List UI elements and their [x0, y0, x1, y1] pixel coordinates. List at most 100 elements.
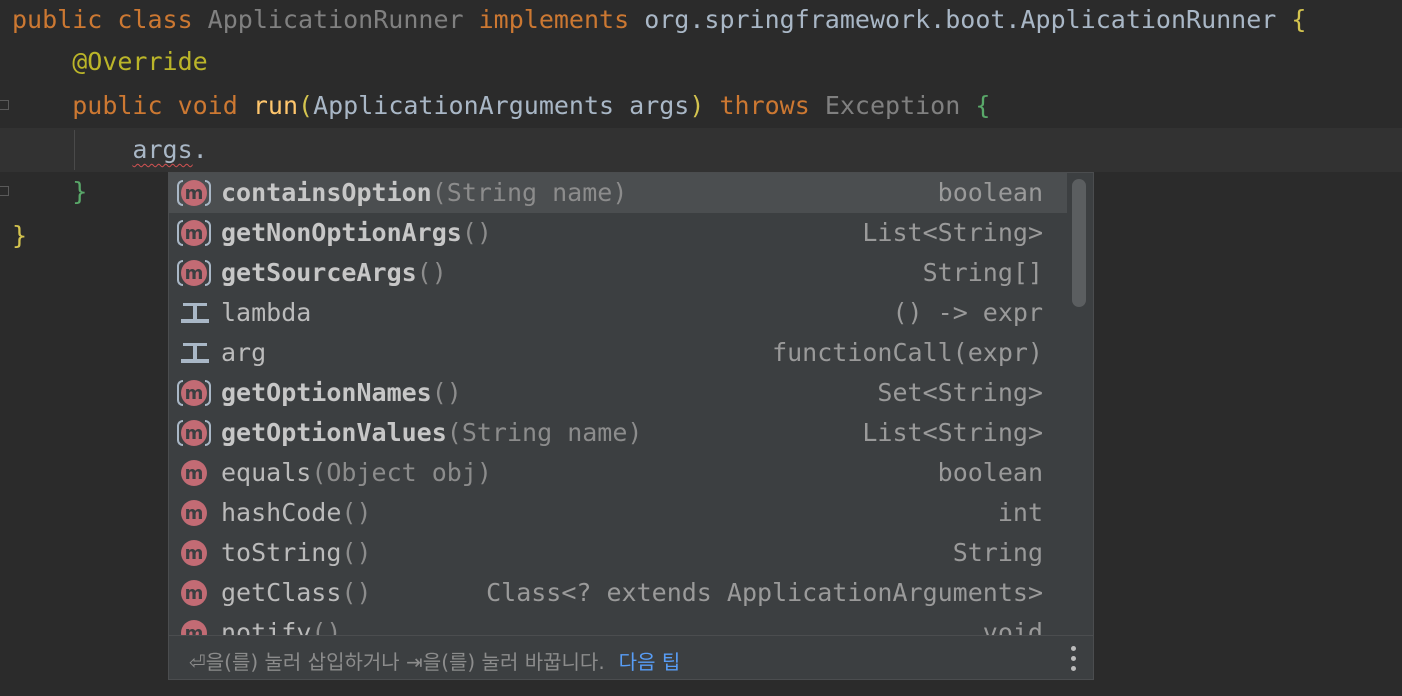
code-line: }	[12, 216, 27, 260]
completion-item-params: (String name)	[446, 418, 643, 447]
method-icon: m	[181, 580, 207, 606]
completion-item-type: void	[982, 618, 1043, 635]
code-token: run	[252, 91, 298, 120]
completion-hint: ⏎을(를) 눌러 삽입하거나 ⇥을(를) 눌러 바꿉니다. 다음 팁	[189, 646, 680, 675]
completion-item-label: arg	[221, 333, 266, 373]
completion-item[interactable]: lambda () -> expr	[169, 293, 1067, 333]
completion-item[interactable]: m getOptionValues(String name) List<String…	[169, 413, 1067, 453]
code-token: (	[298, 91, 314, 120]
completion-item-name: equals	[221, 458, 312, 487]
completion-item-label: toString()	[221, 533, 372, 573]
more-options-icon[interactable]	[1067, 646, 1081, 672]
completion-item-label: hashCode()	[221, 493, 372, 533]
method-icon: m	[181, 460, 207, 486]
completion-item-type: String	[952, 538, 1043, 567]
code-line: @Override	[12, 42, 208, 86]
hint-text: ⏎을(를) 눌러 삽입하거나 ⇥을(를) 눌러 바꿉니다.	[189, 650, 605, 674]
completion-item-name: getNonOptionArgs	[221, 218, 462, 247]
completion-item-type: String[]	[922, 258, 1043, 287]
completion-item-params: ()	[311, 618, 342, 635]
completion-item-label: getOptionNames()	[221, 373, 462, 413]
method-icon: m	[181, 540, 207, 566]
method-icon: m	[177, 380, 211, 406]
code-token: {	[1291, 5, 1307, 34]
live-template-icon	[181, 341, 209, 365]
completion-item-label: notify()	[221, 613, 341, 635]
completion-footer: ⏎을(를) 눌러 삽입하거나 ⇥을(를) 눌러 바꿉니다. 다음 팁	[169, 635, 1093, 679]
completion-scroll-thumb[interactable]	[1072, 179, 1086, 307]
completion-item-params: (Object obj)	[311, 458, 492, 487]
completion-item-type: functionCall(expr)	[772, 338, 1043, 367]
code-line: public class ApplicationRunner implement…	[12, 0, 1306, 44]
completion-popup[interactable]: m containsOption(String name) boolean m getN…	[168, 172, 1094, 680]
code-token: throws	[719, 91, 825, 120]
completion-item-label: equals(Object obj)	[221, 453, 492, 493]
code-token: public class	[12, 5, 208, 34]
method-icon: m	[181, 500, 207, 526]
completion-item[interactable]: m getNonOptionArgs() List<String>	[169, 213, 1067, 253]
completion-item-params: ()	[341, 498, 372, 527]
completion-item-label: getSourceArgs()	[221, 253, 447, 293]
code-token: }	[12, 221, 28, 250]
completion-item[interactable]: m notify() void	[169, 613, 1067, 635]
completion-item-name: lambda	[221, 298, 312, 327]
completion-item-params: ()	[461, 218, 492, 247]
completion-item-name: getSourceArgs	[221, 258, 417, 287]
completion-item[interactable]: m containsOption(String name) boolean	[169, 173, 1067, 213]
code-token: @Override	[72, 47, 208, 76]
code-token: ApplicationArguments args	[313, 91, 690, 120]
completion-item-name: getOptionNames	[221, 378, 432, 407]
code-line: args.	[12, 130, 207, 174]
completion-item-label: getOptionValues(String name)	[221, 413, 642, 453]
completion-item-params: ()	[431, 378, 462, 407]
completion-item-name: notify	[221, 618, 312, 635]
code-line: public void run(ApplicationArguments arg…	[12, 86, 990, 130]
completion-item-params: ()	[416, 258, 447, 287]
code-token: org.springframework.boot.ApplicationRunn…	[644, 5, 1292, 34]
completion-item-label: getNonOptionArgs()	[221, 213, 492, 253]
completion-item-params: ()	[341, 578, 372, 607]
fold-marker[interactable]	[0, 186, 9, 196]
completion-item-name: containsOption	[221, 178, 432, 207]
fold-marker[interactable]	[0, 100, 9, 110]
completion-item-type: boolean	[937, 458, 1043, 487]
code-token: ApplicationRunner	[207, 5, 479, 34]
completion-item-name: toString	[221, 538, 342, 567]
live-template-icon	[181, 301, 209, 325]
completion-item[interactable]: m getClass() Class<? extends ApplicationAr…	[169, 573, 1067, 613]
completion-item-type: () -> expr	[892, 298, 1043, 327]
completion-item[interactable]: arg functionCall(expr)	[169, 333, 1067, 373]
completion-item-label: getClass()	[221, 573, 372, 613]
completion-item-name: hashCode	[221, 498, 342, 527]
method-icon: m	[181, 620, 207, 635]
code-token: public void	[72, 91, 253, 120]
current-line-highlight	[0, 128, 1402, 172]
completion-item-params: (String name)	[431, 178, 628, 207]
completion-item[interactable]: m toString() String	[169, 533, 1067, 573]
completion-item-label: lambda	[221, 293, 311, 333]
completion-item[interactable]: m hashCode() int	[169, 493, 1067, 533]
method-icon: m	[177, 420, 211, 446]
completion-list[interactable]: m containsOption(String name) boolean m getN…	[169, 173, 1067, 635]
completion-item-type: Set<String>	[877, 378, 1043, 407]
completion-item[interactable]: m getOptionNames() Set<String>	[169, 373, 1067, 413]
completion-item-name: getOptionValues	[221, 418, 447, 447]
next-tip-link[interactable]: 다음 팁	[619, 650, 681, 674]
code-line: }	[12, 172, 87, 216]
method-icon: m	[177, 180, 211, 206]
code-token: implements	[478, 5, 645, 34]
completion-item-params: ()	[341, 538, 372, 567]
completion-item-type: List<String>	[862, 218, 1043, 247]
completion-item-type: Class<? extends ApplicationArguments>	[486, 578, 1043, 607]
code-token: }	[72, 177, 88, 206]
method-icon: m	[177, 220, 211, 246]
code-token: {	[975, 91, 991, 120]
completion-item-type: int	[997, 498, 1043, 527]
code-token: Exception	[824, 91, 976, 120]
completion-item[interactable]: m equals(Object obj) boolean	[169, 453, 1067, 493]
completion-item[interactable]: m getSourceArgs() String[]	[169, 253, 1067, 293]
